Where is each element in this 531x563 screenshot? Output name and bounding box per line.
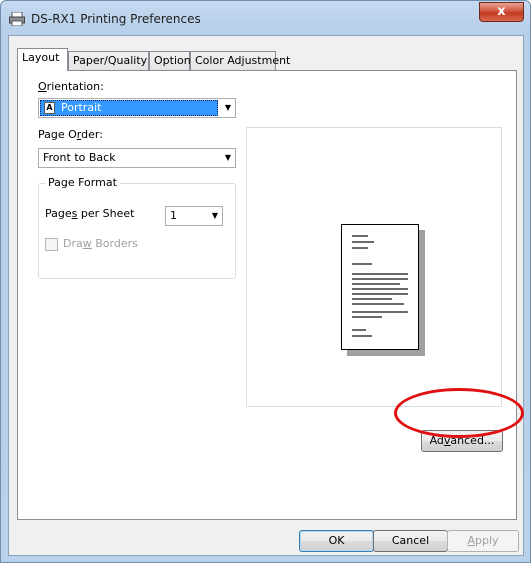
pages-per-sheet-value: 1 [170, 209, 177, 222]
tab-color-adjustment[interactable]: Color Adjustment [190, 51, 290, 70]
pages-per-sheet-label: Pages per Sheet [45, 207, 135, 220]
page-preview-icon [341, 224, 419, 350]
title-bar: DS-RX1 Printing Preferences x [1, 1, 530, 35]
portrait-icon: A [44, 102, 55, 114]
chevron-down-icon: ▼ [224, 103, 231, 112]
tab-color-adjustment-label: Color Adjustment [195, 54, 291, 67]
orientation-label: Orientation: [38, 80, 104, 93]
tab-option[interactable]: Option [149, 51, 191, 70]
tab-layout[interactable]: Layout [17, 48, 68, 71]
orientation-select[interactable]: A Portrait ▼ [38, 98, 236, 118]
close-icon: x [497, 4, 506, 19]
tab-paper-quality-label: Paper/Quality [73, 54, 148, 67]
cancel-button[interactable]: Cancel [373, 530, 448, 552]
orientation-value: Portrait [61, 101, 102, 114]
annotation-ellipse [394, 388, 524, 438]
printing-preferences-window: DS-RX1 Printing Preferences x Layout Pap… [0, 0, 531, 563]
layout-tab-panel: Orientation: A Portrait ▼ Page Order: Fr… [17, 70, 517, 520]
draw-borders-checkbox[interactable] [45, 238, 58, 251]
dialog-client-area: Layout Paper/Quality Option Color Adjust… [8, 35, 524, 556]
tab-option-label: Option [154, 54, 191, 67]
printer-icon [9, 12, 25, 26]
page-order-select[interactable]: Front to Back ▼ [38, 148, 236, 168]
ok-button[interactable]: OK [299, 530, 374, 552]
draw-borders-label: Draw Borders [63, 237, 138, 250]
page-format-group: Page Format Pages per Sheet 1 ▼ Draw Bor… [38, 176, 236, 279]
page-order-value: Front to Back [43, 151, 116, 164]
chevron-down-icon: ▼ [211, 211, 218, 220]
chevron-down-icon: ▼ [224, 153, 231, 162]
apply-button[interactable]: Apply [447, 530, 519, 552]
layout-preview [246, 127, 502, 407]
close-button[interactable]: x [479, 2, 524, 22]
tab-layout-label: Layout [22, 51, 60, 64]
window-title: DS-RX1 Printing Preferences [31, 12, 201, 26]
page-format-legend: Page Format [45, 176, 120, 189]
pages-per-sheet-select[interactable]: 1 ▼ [165, 206, 223, 226]
page-order-label: Page Order: [38, 128, 103, 141]
tab-paper-quality[interactable]: Paper/Quality [68, 51, 149, 70]
